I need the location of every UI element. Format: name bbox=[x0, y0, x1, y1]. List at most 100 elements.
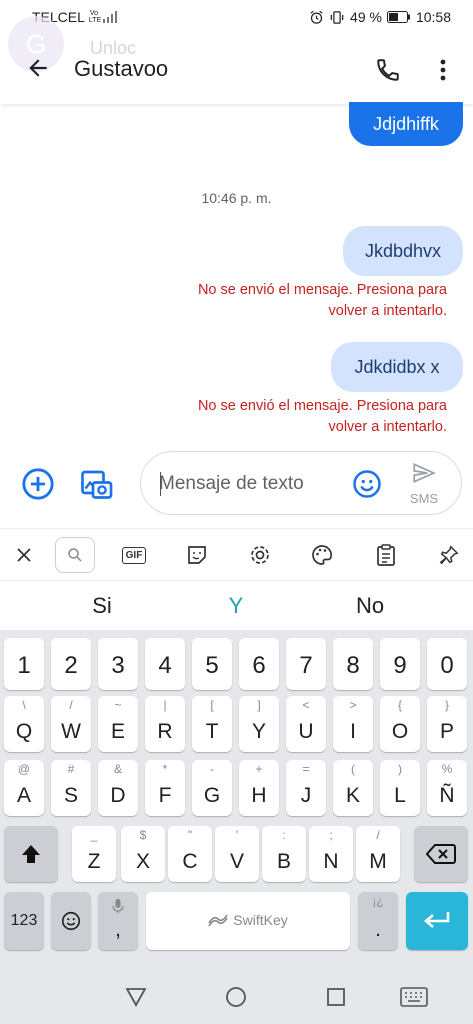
message-bubble-failed[interactable]: Jkdbdhvx bbox=[343, 226, 463, 276]
swiftkey-icon bbox=[208, 914, 228, 927]
key-s[interactable]: # S bbox=[51, 760, 91, 816]
key-r[interactable]: | R bbox=[145, 696, 185, 752]
key-i[interactable]: > I bbox=[333, 696, 373, 752]
send-error-retry[interactable]: No se envió el mensaje. Presiona para vo… bbox=[127, 396, 447, 438]
send-icon bbox=[413, 462, 436, 484]
keyboard-theme-button[interactable] bbox=[303, 537, 341, 573]
key-k[interactable]: (K bbox=[333, 760, 373, 816]
nav-back-icon bbox=[125, 988, 147, 1007]
period-key[interactable]: ¡¿ . bbox=[358, 892, 398, 950]
keyboard-settings-button[interactable] bbox=[241, 537, 279, 573]
suggestion-center[interactable]: Y bbox=[176, 593, 296, 619]
nav-recents-button[interactable] bbox=[316, 982, 356, 1012]
key-t[interactable]: [T bbox=[192, 696, 232, 752]
key-j[interactable]: = J bbox=[286, 760, 326, 816]
call-button[interactable] bbox=[370, 52, 406, 88]
close-toolbar-button[interactable] bbox=[5, 537, 43, 573]
keyboard-icon bbox=[400, 987, 428, 1007]
key-o[interactable]: {O bbox=[380, 696, 420, 752]
send-error-retry[interactable]: No se envió el mensaje. Presiona para vo… bbox=[127, 280, 447, 322]
key-h[interactable]: + H bbox=[239, 760, 279, 816]
key-g[interactable]: -G bbox=[192, 760, 232, 816]
emoji-key[interactable] bbox=[51, 892, 91, 950]
key-3[interactable]: 3 bbox=[98, 638, 138, 690]
backspace-icon bbox=[426, 844, 456, 864]
key-9[interactable]: 9 bbox=[380, 638, 420, 690]
navigation-bar bbox=[0, 960, 473, 1024]
message-input[interactable] bbox=[159, 468, 349, 500]
space-key[interactable]: SwiftKey bbox=[146, 892, 350, 950]
key-6[interactable]: 6 bbox=[239, 638, 279, 690]
message-bubble-failed[interactable]: Jdkdidbx x bbox=[331, 342, 463, 392]
key-5[interactable]: 5 bbox=[192, 638, 232, 690]
key-7[interactable]: 7 bbox=[286, 638, 326, 690]
keyboard-search-button[interactable] bbox=[55, 537, 95, 573]
swiftkey-logo: SwiftKey bbox=[146, 912, 350, 928]
back-button[interactable] bbox=[18, 50, 58, 86]
key-u[interactable]: < U bbox=[286, 696, 326, 752]
nav-home-icon bbox=[226, 987, 246, 1007]
key-q[interactable]: \ Q bbox=[4, 696, 44, 752]
emoji-button[interactable] bbox=[351, 468, 383, 500]
gallery-button[interactable] bbox=[76, 464, 116, 504]
key-y[interactable]: ] Y bbox=[239, 696, 279, 752]
key-4[interactable]: 4 bbox=[145, 638, 185, 690]
nav-home-button[interactable] bbox=[216, 982, 256, 1012]
battery-icon bbox=[386, 11, 410, 23]
send-button[interactable]: SMS bbox=[399, 460, 449, 508]
suggestion-left[interactable]: Si bbox=[42, 593, 162, 619]
nav-keyboard-button[interactable] bbox=[394, 982, 434, 1012]
key-x[interactable]: $ X bbox=[121, 826, 165, 882]
key-0[interactable]: 0 bbox=[427, 638, 467, 690]
key-8[interactable]: 8 bbox=[333, 638, 373, 690]
key-1[interactable]: 1 bbox=[4, 638, 44, 690]
key-p[interactable]: } P bbox=[427, 696, 467, 752]
phone-icon bbox=[377, 59, 399, 81]
key-c[interactable]: " C bbox=[168, 826, 212, 882]
alarm-icon bbox=[310, 10, 323, 24]
key-d[interactable]: & D bbox=[98, 760, 138, 816]
battery-percent: 49 % bbox=[350, 9, 382, 25]
message-bubble[interactable]: Jdjdhiffk bbox=[349, 102, 463, 146]
key-w[interactable]: / W bbox=[51, 696, 91, 752]
comma-key[interactable]: , bbox=[98, 892, 138, 950]
contact-name[interactable]: Gustavoo bbox=[74, 56, 168, 82]
volte-label: Vo LTE bbox=[88, 10, 102, 24]
key-z[interactable]: _ Z bbox=[72, 826, 116, 882]
error-line: No se envió el mensaje. Presiona para bbox=[197, 398, 447, 414]
shift-icon bbox=[22, 845, 40, 863]
key-b[interactable]: :B bbox=[262, 826, 306, 882]
pin-toolbar-button[interactable] bbox=[430, 537, 468, 573]
gif-button[interactable]: GIF bbox=[115, 537, 153, 573]
nav-recents-icon bbox=[327, 988, 345, 1006]
key-n-tilde[interactable]: % Ñ bbox=[427, 760, 467, 816]
enter-key[interactable] bbox=[406, 892, 468, 950]
numbers-switch-key[interactable]: 123 bbox=[4, 892, 44, 950]
signal-icon bbox=[102, 11, 117, 23]
status-bar: TELCEL Vo LTE 49 % 10:58 bbox=[0, 0, 473, 34]
key-v[interactable]: ' V bbox=[215, 826, 259, 882]
sticker-button[interactable] bbox=[178, 537, 216, 573]
settings-icon bbox=[251, 546, 269, 564]
nav-back-button[interactable] bbox=[116, 982, 156, 1012]
key-l[interactable]: ) L bbox=[380, 760, 420, 816]
backspace-key[interactable] bbox=[414, 826, 468, 882]
vibrate-icon bbox=[330, 10, 344, 24]
add-attachment-button[interactable] bbox=[20, 466, 56, 502]
key-n[interactable]: ; N bbox=[309, 826, 353, 882]
microphone-icon bbox=[112, 899, 124, 913]
message-timestamp: 10:46 p. m. bbox=[201, 190, 272, 206]
clipboard-button[interactable] bbox=[367, 537, 405, 573]
error-line: volver a intentarlo. bbox=[328, 419, 447, 435]
sticker-icon bbox=[188, 546, 206, 564]
clipboard-icon bbox=[377, 544, 395, 566]
key-2[interactable]: 2 bbox=[51, 638, 91, 690]
search-icon bbox=[68, 548, 82, 562]
key-m[interactable]: / M bbox=[356, 826, 400, 882]
suggestion-right[interactable]: No bbox=[310, 593, 430, 619]
key-f[interactable]: * F bbox=[145, 760, 185, 816]
more-options-button[interactable] bbox=[428, 52, 458, 88]
key-a[interactable]: @ A bbox=[4, 760, 44, 816]
shift-key[interactable] bbox=[4, 826, 58, 882]
key-e[interactable]: ~ E bbox=[98, 696, 138, 752]
